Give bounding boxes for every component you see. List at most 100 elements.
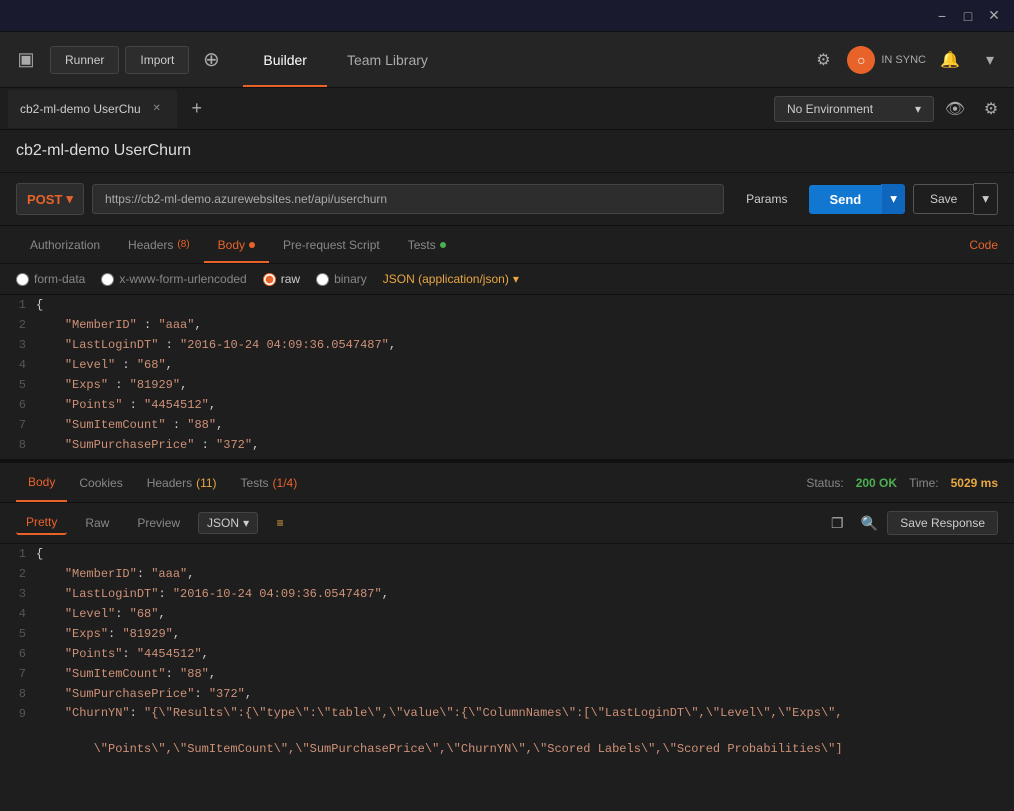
env-dropdown-label: No Environment — [787, 102, 873, 116]
request-tab[interactable]: cb2-ml-demo UserChu ✕ — [8, 90, 177, 128]
resp-line-8: 8 "SumPurchasePrice": "372", — [0, 684, 1014, 704]
add-tab-button[interactable]: + — [183, 95, 211, 123]
body-indicator-dot — [249, 242, 255, 248]
code-link[interactable]: Code — [969, 238, 998, 252]
url-bar: POST ▾ Params Send ▾ Save ▾ — [0, 173, 1014, 226]
eye-icon-btn[interactable]: 👁 — [940, 94, 970, 124]
tab-builder[interactable]: Builder — [243, 32, 327, 87]
sync-label: IN SYNC — [881, 54, 926, 66]
import-button[interactable]: Import — [125, 46, 189, 74]
main-layout: cb2-ml-demo UserChu ✕ + No Environment ▾… — [0, 88, 1014, 811]
tab-headers[interactable]: Headers (8) — [114, 226, 204, 263]
method-chevron-icon: ▾ — [66, 191, 73, 207]
sidebar-toggle-button[interactable]: ▣ — [8, 42, 44, 78]
fmt-tab-preview[interactable]: Preview — [127, 512, 190, 534]
nav-bar: ▣ Runner Import ⊕ Builder Team Library ⚙… — [0, 32, 1014, 88]
urlencoded-option[interactable]: x-www-form-urlencoded — [101, 272, 246, 286]
tab-tests[interactable]: Tests — [394, 226, 460, 263]
resp-line-6: 6 "Points": "4454512", — [0, 644, 1014, 664]
tab-body[interactable]: Body — [204, 226, 269, 263]
search-icon-btn[interactable]: 🔍 — [855, 509, 883, 537]
request-tab-label: cb2-ml-demo UserChu — [20, 102, 141, 116]
nav-tabs: Builder Team Library — [243, 32, 807, 87]
tab-bar: cb2-ml-demo UserChu ✕ + No Environment ▾… — [0, 88, 1014, 130]
req-line-2: 2 "MemberID" : "aaa", — [0, 315, 1014, 335]
response-tab-bar: Body Cookies Headers (11) Tests (1/4) St… — [0, 463, 1014, 503]
gear-icon-btn[interactable]: ⚙ — [976, 94, 1006, 124]
filter-icon-btn[interactable]: ≡ — [266, 509, 294, 537]
sidebar-icon: ▣ — [17, 49, 34, 70]
req-line-7: 7 "SumItemCount" : "88", — [0, 415, 1014, 435]
resp-tab-cookies[interactable]: Cookies — [67, 463, 134, 502]
resp-line-1: 1 { — [0, 544, 1014, 564]
fmt-tab-raw[interactable]: Raw — [75, 512, 119, 534]
env-dropdown[interactable]: No Environment ▾ — [774, 96, 934, 122]
sync-icon: ○ — [847, 46, 875, 74]
resp-line-7: 7 "SumItemCount": "88", — [0, 664, 1014, 684]
send-button-group: Send ▾ — [809, 184, 905, 214]
close-tab-button[interactable]: ✕ — [149, 101, 165, 117]
json-fmt-chevron-icon: ▾ — [243, 516, 249, 530]
tab-team-library[interactable]: Team Library — [327, 32, 448, 87]
send-dropdown-button[interactable]: ▾ — [881, 184, 905, 214]
runner-button[interactable]: Runner — [50, 46, 119, 74]
time-value: 5029 ms — [951, 476, 998, 490]
nav-right-area: ⚙ ○ IN SYNC 🔔 ▾ — [807, 44, 1006, 76]
req-line-5: 5 "Exps" : "81929", — [0, 375, 1014, 395]
save-button[interactable]: Save — [913, 184, 974, 214]
status-label: Status: — [806, 476, 843, 490]
maximize-button[interactable]: □ — [956, 4, 980, 28]
save-response-button[interactable]: Save Response — [887, 511, 998, 535]
json-type-select[interactable]: JSON (application/json) ▾ — [383, 272, 519, 286]
req-line-6: 6 "Points" : "4454512", — [0, 395, 1014, 415]
time-label: Time: — [909, 476, 939, 490]
save-dropdown-button[interactable]: ▾ — [974, 183, 998, 215]
response-format-bar: Pretty Raw Preview JSON ▾ ≡ ❐ 🔍 Save Res… — [0, 503, 1014, 544]
form-data-option[interactable]: form-data — [16, 272, 85, 286]
settings-icon-btn[interactable]: ⚙ — [807, 44, 839, 76]
resp-line-4: 4 "Level": "68", — [0, 604, 1014, 624]
raw-option[interactable]: raw — [263, 272, 300, 286]
resp-tab-body[interactable]: Body — [16, 463, 67, 502]
fmt-tab-pretty[interactable]: Pretty — [16, 511, 67, 535]
close-button[interactable]: ✕ — [982, 4, 1006, 28]
new-tab-button[interactable]: ⊕ — [195, 44, 227, 76]
request-title: cb2-ml-demo UserChurn — [16, 142, 998, 160]
env-selector: No Environment ▾ 👁 ⚙ — [774, 94, 1006, 124]
tab-pre-request[interactable]: Pre-request Script — [269, 226, 394, 263]
tests-indicator-dot — [440, 242, 446, 248]
response-action-icons: ❐ 🔍 Save Response — [823, 509, 998, 537]
response-section: Body Cookies Headers (11) Tests (1/4) St… — [0, 463, 1014, 811]
binary-option[interactable]: binary — [316, 272, 367, 286]
req-line-4: 4 "Level" : "68", — [0, 355, 1014, 375]
request-code-editor[interactable]: 1 { 2 "MemberID" : "aaa", 3 "LastLoginDT… — [0, 295, 1014, 463]
resp-line-9: 9 "ChurnYN": "{\"Results\":{\"type\":\"t… — [0, 704, 1014, 754]
req-line-8: 8 "SumPurchasePrice" : "372", — [0, 435, 1014, 455]
params-button[interactable]: Params — [732, 185, 801, 213]
req-line-1: 1 { — [0, 295, 1014, 315]
response-status-area: Status: 200 OK Time: 5029 ms — [806, 476, 998, 490]
send-button[interactable]: Send — [809, 185, 881, 214]
json-format-select[interactable]: JSON ▾ — [198, 512, 258, 534]
json-chevron-icon: ▾ — [513, 272, 519, 286]
resp-tab-headers[interactable]: Headers (11) — [135, 463, 229, 502]
url-input[interactable] — [92, 184, 724, 214]
method-label: POST — [27, 192, 62, 207]
resp-line-2: 2 "MemberID": "aaa", — [0, 564, 1014, 584]
tab-authorization[interactable]: Authorization — [16, 226, 114, 263]
request-sub-tabs: Authorization Headers (8) Body Pre-reque… — [0, 226, 1014, 264]
more-options-btn[interactable]: ▾ — [974, 44, 1006, 76]
resp-tab-tests[interactable]: Tests (1/4) — [229, 463, 310, 502]
resp-line-5: 5 "Exps": "81929", — [0, 624, 1014, 644]
response-code-area[interactable]: 1 { 2 "MemberID": "aaa", 3 "LastLoginDT"… — [0, 544, 1014, 754]
minimize-button[interactable]: − — [930, 4, 954, 28]
req-line-9: 9 "ChurnYN" : "" — [0, 455, 1014, 463]
body-options-bar: form-data x-www-form-urlencoded raw bina… — [0, 264, 1014, 295]
sync-area: ○ IN SYNC — [847, 46, 926, 74]
method-button[interactable]: POST ▾ — [16, 183, 84, 215]
title-bar: − □ ✕ — [0, 0, 1014, 32]
req-line-3: 3 "LastLoginDT" : "2016-10-24 04:09:36.0… — [0, 335, 1014, 355]
copy-icon-btn[interactable]: ❐ — [823, 509, 851, 537]
bell-icon-btn[interactable]: 🔔 — [934, 44, 966, 76]
request-title-bar: cb2-ml-demo UserChurn — [0, 130, 1014, 173]
